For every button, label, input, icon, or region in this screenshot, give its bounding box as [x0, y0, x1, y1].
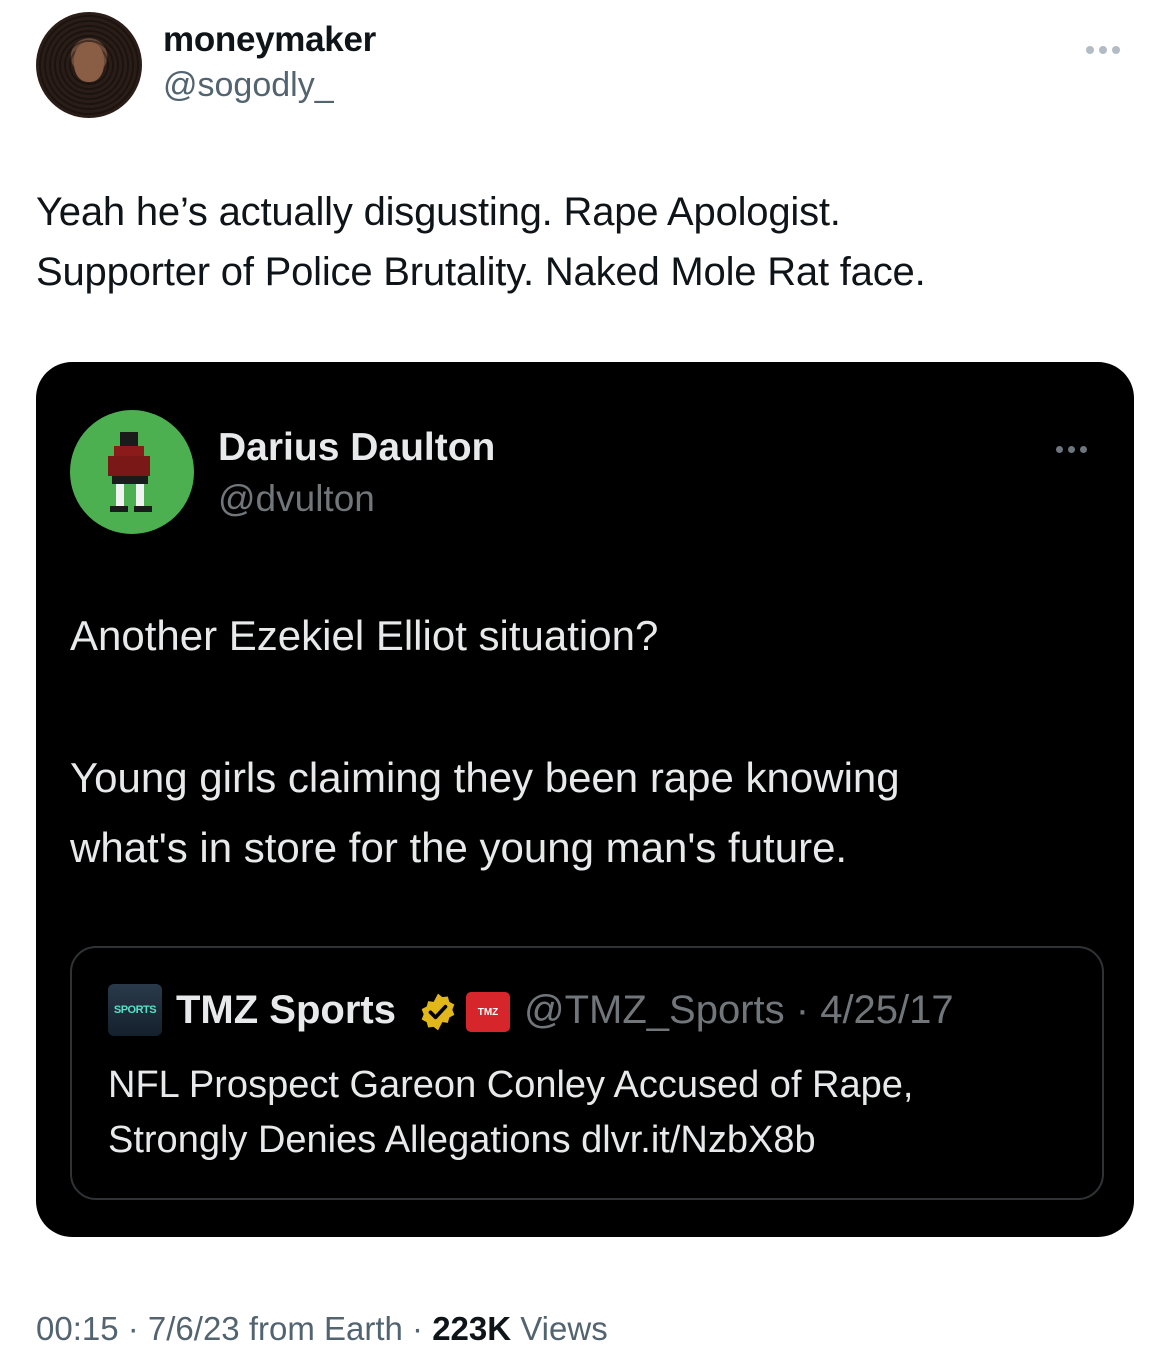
author-handle[interactable]: @sogodly_ — [163, 66, 334, 105]
embedded-text-line: Young girls claiming they been rape know… — [70, 754, 900, 801]
author-name[interactable]: moneymaker — [163, 20, 376, 60]
views-count: 223K — [432, 1310, 512, 1347]
tweet-text: Yeah he’s actually disgusting. Rape Apol… — [36, 182, 1136, 302]
author-avatar[interactable] — [36, 12, 142, 118]
quoted-author-name: TMZ Sports — [176, 988, 396, 1032]
quoted-text: NFL Prospect Gareon Conley Accused of Ra… — [108, 1058, 1088, 1168]
tweet-metadata: 00:15 · 7/6/23 from Earth · 223K Views — [36, 1310, 608, 1348]
avatar-face — [74, 42, 104, 82]
embedded-more-icon — [1056, 440, 1092, 458]
verified-badge-icon — [421, 993, 455, 1031]
embedded-author-handle: @dvulton — [218, 478, 375, 519]
embedded-avatar — [70, 410, 194, 534]
views-label: Views — [511, 1310, 608, 1347]
tweet-line: Yeah he’s actually disgusting. Rape Apol… — [36, 190, 841, 234]
tmz-sports-logo: SPORTS — [108, 984, 162, 1036]
quoted-tweet: SPORTS TMZ Sports TMZ @TMZ_Sports · 4/25… — [70, 946, 1104, 1200]
embedded-text-line: Another Ezekiel Elliot situation? — [70, 612, 659, 659]
embedded-image-tweet[interactable]: Darius Daulton @dvulton Another Ezekiel … — [36, 362, 1134, 1237]
embedded-author-name: Darius Daulton — [218, 426, 496, 469]
tweet-line: Supporter of Police Brutality. Naked Mol… — [36, 250, 926, 294]
quoted-text-line: Strongly Denies Allegations dlvr.it/NzbX… — [108, 1119, 816, 1161]
embedded-text-line: what's in store for the young man's futu… — [70, 824, 848, 871]
quoted-text-line: NFL Prospect Gareon Conley Accused of Ra… — [108, 1064, 914, 1106]
quoted-handle-date: @TMZ_Sports · 4/25/17 — [524, 988, 954, 1032]
tmz-affiliate-icon: TMZ — [466, 992, 510, 1032]
timestamp[interactable]: 00:15 · 7/6/23 from Earth · — [36, 1310, 432, 1347]
more-options-icon[interactable] — [1086, 38, 1125, 59]
